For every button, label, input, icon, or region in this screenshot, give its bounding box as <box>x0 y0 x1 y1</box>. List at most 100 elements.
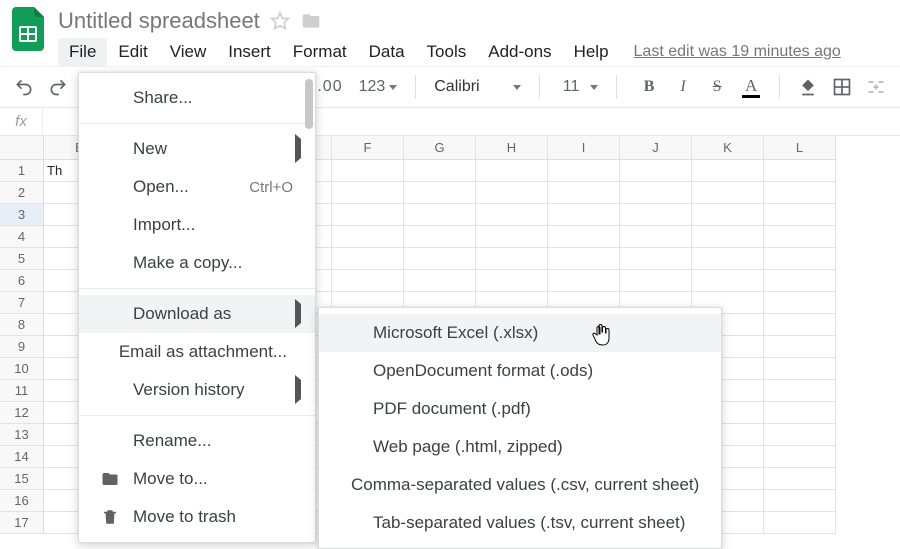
row-header[interactable]: 9 <box>0 336 44 358</box>
download-html[interactable]: Web page (.html, zipped) <box>319 428 721 466</box>
cell[interactable] <box>476 182 548 204</box>
cell[interactable] <box>764 468 836 490</box>
borders-button[interactable] <box>828 72 856 102</box>
undo-icon[interactable] <box>10 72 38 102</box>
cell[interactable] <box>404 182 476 204</box>
column-header[interactable]: I <box>548 136 620 160</box>
menu-help[interactable]: Help <box>563 38 620 66</box>
file-move-to[interactable]: Move to... <box>79 460 315 498</box>
cell[interactable] <box>404 204 476 226</box>
cell[interactable] <box>404 226 476 248</box>
file-make-copy[interactable]: Make a copy... <box>79 244 315 282</box>
file-share[interactable]: Share... <box>79 79 315 117</box>
row-header[interactable]: 2 <box>0 182 44 204</box>
column-header[interactable]: J <box>620 136 692 160</box>
cell[interactable] <box>332 270 404 292</box>
column-header[interactable]: F <box>332 136 404 160</box>
column-header[interactable]: G <box>404 136 476 160</box>
italic-button[interactable]: I <box>669 72 697 102</box>
column-header[interactable]: K <box>692 136 764 160</box>
row-header[interactable]: 17 <box>0 512 44 534</box>
row-header[interactable]: 1 <box>0 160 44 182</box>
font-size-select[interactable]: 11 <box>558 78 584 96</box>
row-header[interactable]: 3 <box>0 204 44 226</box>
cell[interactable] <box>764 226 836 248</box>
merge-button[interactable] <box>862 72 890 102</box>
cell[interactable] <box>764 358 836 380</box>
cell[interactable] <box>476 204 548 226</box>
cell[interactable] <box>476 160 548 182</box>
star-icon[interactable] <box>270 11 290 31</box>
cell[interactable] <box>764 248 836 270</box>
row-header[interactable]: 13 <box>0 424 44 446</box>
file-import[interactable]: Import... <box>79 206 315 244</box>
cell[interactable] <box>332 204 404 226</box>
menu-insert[interactable]: Insert <box>217 38 282 66</box>
cell[interactable] <box>764 336 836 358</box>
column-header[interactable]: H <box>476 136 548 160</box>
row-header[interactable]: 4 <box>0 226 44 248</box>
row-header[interactable]: 14 <box>0 446 44 468</box>
row-header[interactable]: 12 <box>0 402 44 424</box>
file-open[interactable]: Open...Ctrl+O <box>79 168 315 206</box>
cell[interactable] <box>476 270 548 292</box>
menu-view[interactable]: View <box>159 38 218 66</box>
cell[interactable] <box>764 512 836 534</box>
bold-button[interactable]: B <box>635 72 663 102</box>
cell[interactable] <box>548 226 620 248</box>
cell[interactable] <box>764 402 836 424</box>
text-color-button[interactable]: A <box>737 72 765 102</box>
cell[interactable] <box>620 182 692 204</box>
file-move-to-trash[interactable]: Move to trash <box>79 498 315 536</box>
cell[interactable] <box>764 182 836 204</box>
cell[interactable] <box>692 226 764 248</box>
folder-icon[interactable] <box>300 11 322 31</box>
cell[interactable] <box>476 248 548 270</box>
file-email-attachment[interactable]: Email as attachment... <box>79 333 315 371</box>
row-header[interactable]: 5 <box>0 248 44 270</box>
sheets-logo[interactable] <box>8 8 50 50</box>
row-header[interactable]: 7 <box>0 292 44 314</box>
cell[interactable] <box>332 248 404 270</box>
document-title[interactable]: Untitled spreadsheet <box>58 8 260 34</box>
menu-data[interactable]: Data <box>358 38 416 66</box>
menu-addons[interactable]: Add-ons <box>477 38 562 66</box>
cell[interactable] <box>548 270 620 292</box>
cell[interactable] <box>764 292 836 314</box>
cell[interactable] <box>476 226 548 248</box>
cell[interactable] <box>404 270 476 292</box>
download-pdf[interactable]: PDF document (.pdf) <box>319 390 721 428</box>
cell[interactable] <box>692 248 764 270</box>
cell[interactable] <box>620 160 692 182</box>
menu-format[interactable]: Format <box>282 38 358 66</box>
cell[interactable] <box>764 160 836 182</box>
row-header[interactable]: 6 <box>0 270 44 292</box>
font-family-select[interactable]: Calibri <box>434 78 507 96</box>
cell[interactable] <box>332 226 404 248</box>
column-header[interactable]: L <box>764 136 836 160</box>
cell[interactable] <box>620 248 692 270</box>
cell[interactable] <box>764 314 836 336</box>
cell[interactable] <box>764 380 836 402</box>
menu-tools[interactable]: Tools <box>416 38 478 66</box>
download-tsv[interactable]: Tab-separated values (.tsv, current shee… <box>319 504 721 542</box>
row-header[interactable]: 10 <box>0 358 44 380</box>
cell[interactable] <box>692 182 764 204</box>
menu-edit[interactable]: Edit <box>107 38 158 66</box>
download-csv[interactable]: Comma-separated values (.csv, current sh… <box>319 466 721 504</box>
cell[interactable] <box>548 204 620 226</box>
cell[interactable] <box>548 160 620 182</box>
download-ods[interactable]: OpenDocument format (.ods) <box>319 352 721 390</box>
number-format[interactable]: 123 <box>359 78 398 96</box>
cell[interactable] <box>404 160 476 182</box>
redo-icon[interactable] <box>44 72 72 102</box>
select-all-corner[interactable] <box>0 136 44 160</box>
cell[interactable] <box>692 204 764 226</box>
last-edit-link[interactable]: Last edit was 19 minutes ago <box>634 43 841 61</box>
cell[interactable] <box>764 446 836 468</box>
file-rename[interactable]: Rename... <box>79 422 315 460</box>
cell[interactable] <box>764 424 836 446</box>
cell[interactable] <box>332 160 404 182</box>
file-version-history[interactable]: Version history <box>79 371 315 409</box>
fill-color-button[interactable] <box>794 72 822 102</box>
